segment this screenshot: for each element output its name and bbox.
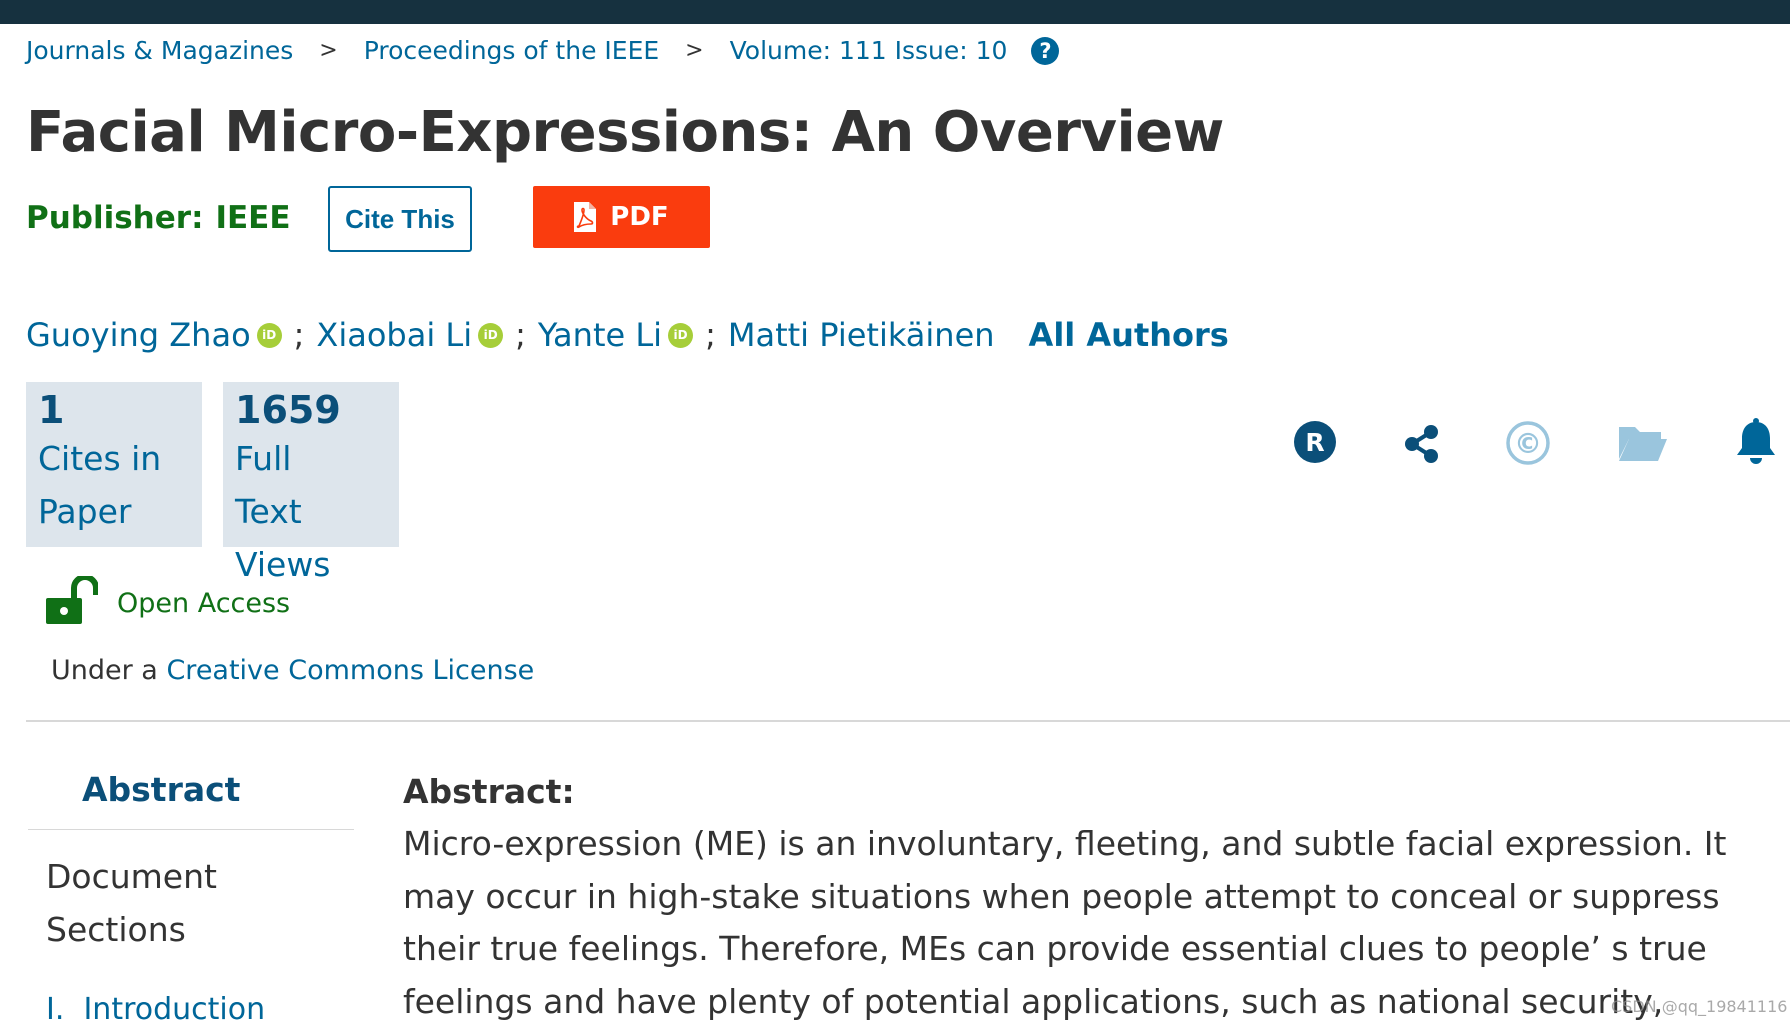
all-authors-link[interactable]: All Authors xyxy=(1029,316,1229,354)
section-divider xyxy=(26,720,1790,722)
breadcrumb: Journals & Magazines > Proceedings of th… xyxy=(26,36,1060,65)
orcid-icon[interactable]: iD xyxy=(478,322,504,348)
author-separator: ; xyxy=(293,316,305,354)
views-count: 1659 xyxy=(235,388,341,432)
cites-in-paper-metric[interactable]: 1 Cites in Paper xyxy=(26,382,202,547)
sidebar-item-introduction[interactable]: I. Introduction xyxy=(46,992,265,1027)
author-separator: ; xyxy=(515,316,526,354)
rights-r-icon[interactable]: R xyxy=(1293,420,1337,464)
orcid-icon[interactable]: iD xyxy=(256,322,282,348)
watermark: CSDN @qq_19841116 xyxy=(1611,997,1788,1016)
copyright-glyph: © xyxy=(1514,427,1542,460)
breadcrumb-volume-issue[interactable]: Volume: 111 Issue: 10 xyxy=(730,36,1008,65)
sidebar-document-sections[interactable]: Document Sections xyxy=(46,850,246,956)
full-text-views-metric[interactable]: 1659 Full Text Views xyxy=(223,382,399,584)
top-bar xyxy=(0,0,1790,24)
pdf-label: PDF xyxy=(610,202,669,232)
publisher-label: Publisher: xyxy=(26,200,204,236)
views-label: Full Text Views xyxy=(235,439,331,584)
breadcrumb-journals-magazines[interactable]: Journals & Magazines xyxy=(26,36,293,65)
open-access-label: Open Access xyxy=(117,588,291,619)
breadcrumb-proceedings-ieee[interactable]: Proceedings of the IEEE xyxy=(364,36,659,65)
cites-label: Cites in Paper xyxy=(38,439,162,531)
license-line: Under a Creative Commons License xyxy=(51,655,534,686)
question-circle-icon[interactable]: ? xyxy=(1031,36,1060,65)
pdf-file-icon xyxy=(574,202,597,232)
creative-commons-license-link[interactable]: Creative Commons License xyxy=(166,655,534,686)
author-link[interactable]: Yante Li xyxy=(538,316,662,354)
breadcrumb-separator: > xyxy=(685,38,704,63)
breadcrumb-separator: > xyxy=(319,38,338,63)
cite-this-button[interactable]: Cite This xyxy=(328,186,472,252)
unlocked-padlock-icon xyxy=(46,576,98,624)
sidebar-divider xyxy=(28,829,354,830)
author-list: Guoying Zhao iD ; Xiaobai Li iD ; Yante … xyxy=(26,316,1229,354)
share-icon[interactable] xyxy=(1402,422,1442,466)
pdf-button[interactable]: PDF xyxy=(533,186,710,248)
license-prefix: Under a xyxy=(51,655,158,686)
folder-open-icon[interactable] xyxy=(1617,423,1669,463)
abstract-body: Micro-expression (ME) is an involuntary,… xyxy=(403,824,1727,1021)
sidebar-item-abstract[interactable]: Abstract xyxy=(82,770,240,809)
orcid-icon[interactable]: iD xyxy=(668,322,694,348)
author-separator: ; xyxy=(705,316,716,354)
author-link[interactable]: Matti Pietikäinen xyxy=(728,316,995,354)
copyright-icon[interactable]: © xyxy=(1505,420,1551,466)
rights-r-glyph: R xyxy=(1305,428,1324,457)
author-link[interactable]: Guoying Zhao xyxy=(26,316,251,354)
cites-count: 1 xyxy=(38,388,65,432)
publisher-line: Publisher: IEEE xyxy=(26,200,291,236)
author-link[interactable]: Xiaobai Li xyxy=(316,316,472,354)
publisher-name: IEEE xyxy=(215,200,291,236)
page-title: Facial Micro-Expressions: An Overview xyxy=(26,100,1224,165)
abstract-heading: Abstract: xyxy=(403,772,575,811)
bell-icon[interactable] xyxy=(1734,418,1778,468)
